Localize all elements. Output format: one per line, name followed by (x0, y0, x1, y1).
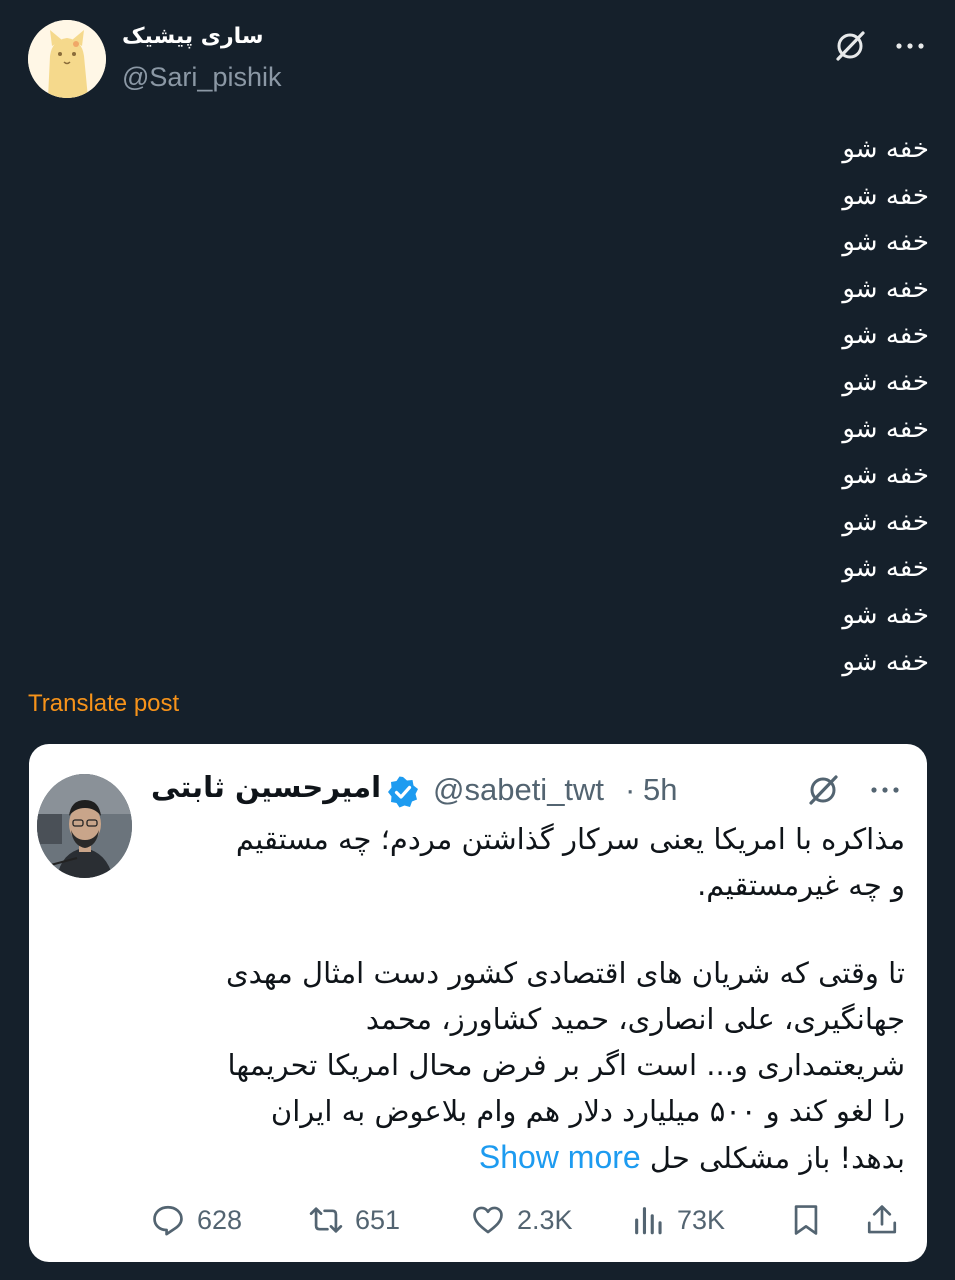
repost-icon (309, 1207, 343, 1233)
share-button[interactable] (865, 1200, 899, 1240)
reply-button[interactable]: 628 (151, 1200, 242, 1240)
bookmark-icon (794, 1205, 818, 1235)
last-line-text: بدهد! باز مشکلی حل (649, 1141, 905, 1175)
text-line: شریعتمداری و... است اگر بر فرض محال امری… (227, 1048, 905, 1082)
post-line: خفه شو (842, 273, 929, 304)
author-handle[interactable]: @Sari_pishik (122, 62, 281, 93)
share-icon (867, 1205, 897, 1234)
post-line: خفه شو (842, 599, 929, 630)
like-count: 2.3K (517, 1204, 573, 1235)
separator-dot: · (625, 772, 636, 807)
quoted-timestamp[interactable]: 5h (643, 772, 677, 808)
like-button[interactable]: 2.3K (471, 1200, 573, 1240)
post-line: خفه شو (842, 553, 929, 584)
more-options-icon[interactable] (867, 778, 903, 802)
show-more-link[interactable]: Show more (479, 1139, 641, 1175)
views-chart-icon (635, 1207, 662, 1235)
cat-avatar-icon (28, 20, 106, 98)
views-count: 73K (677, 1204, 726, 1235)
quoted-tweet[interactable]: امیرحسین ثابتی @sabeti_twt · 5h مذاکره ب… (29, 744, 927, 1262)
repost-button[interactable]: 651 (309, 1200, 400, 1240)
text-line: را لغو کند و ۵۰۰ میلیارد دلار هم وام بلا… (270, 1094, 905, 1128)
action-bar: 628 651 2.3K 73K (29, 1200, 927, 1240)
grok-icon[interactable] (805, 772, 841, 808)
quoted-author-handle[interactable]: @sabeti_twt (433, 772, 604, 808)
post-line: خفه شو (842, 134, 929, 164)
text-line: تا وقتی که شریان های اقتصادی کشور دست ام… (225, 956, 905, 990)
reply-icon (153, 1205, 183, 1236)
views-button[interactable]: 73K (631, 1200, 725, 1240)
verified-badge-icon (388, 776, 418, 808)
author-name[interactable]: ساری پیشیک (122, 24, 264, 49)
post-text: خفه شو خفه شو خفه شو خفه شو خفه شو خفه ش… (529, 126, 929, 685)
text-line: و چه غیرمستقیم. (697, 868, 905, 902)
repost-count: 651 (355, 1204, 401, 1235)
text-line: جهانگیری، علی انصاری، حمید کشاورز، محمد (365, 1002, 905, 1036)
post-line: خفه شو (842, 320, 929, 351)
reply-count: 628 (197, 1204, 243, 1235)
post-line: خفه شو (842, 506, 929, 537)
text-line: مذاکره با امریکا یعنی سرکار گذاشتن مردم؛… (235, 822, 905, 856)
post-line: خفه شو (842, 180, 929, 211)
person-photo-icon (37, 774, 132, 878)
author-avatar[interactable] (28, 20, 106, 98)
post-line: خفه شو (842, 460, 929, 491)
quoted-author-name[interactable]: امیرحسین ثابتی (151, 770, 381, 804)
post-line: خفه شو (842, 646, 929, 677)
grok-icon[interactable] (832, 28, 868, 64)
bookmark-button[interactable] (789, 1200, 823, 1240)
post-line: خفه شو (842, 413, 929, 444)
heart-icon (473, 1206, 503, 1234)
translate-post-link[interactable]: Translate post (28, 690, 179, 718)
more-options-icon[interactable] (893, 34, 927, 58)
post-line: خفه شو (842, 227, 929, 258)
post-line: خفه شو (842, 366, 929, 397)
quoted-tweet-text: مذاکره با امریکا یعنی سرکار گذاشتن مردم؛… (145, 816, 905, 1180)
text-line: بدهد! باز مشکلی حل Show more (145, 1134, 905, 1180)
quoted-author-avatar[interactable] (37, 774, 132, 878)
